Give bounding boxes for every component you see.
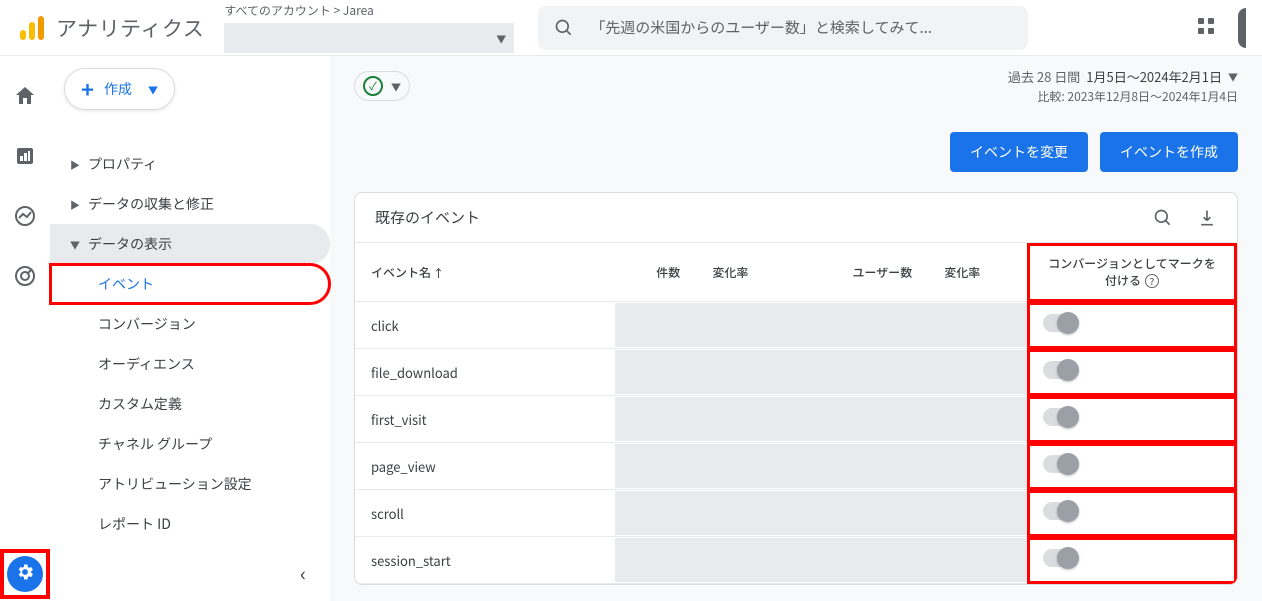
table-row: page_view [355, 443, 1237, 490]
conversion-toggle[interactable] [1043, 361, 1077, 379]
gear-icon [15, 562, 35, 587]
nav-item-1[interactable]: ▶データの収集と修正 [50, 184, 330, 224]
cell-event-name[interactable]: scroll [355, 490, 615, 537]
caret-right-icon: ▶ [70, 157, 88, 172]
nav-item-label: データの表示 [88, 234, 172, 254]
cell-users [795, 396, 1027, 443]
nav-subitem-3[interactable]: カスタム定義 [50, 384, 330, 424]
account-selector[interactable]: すべてのアカウント > Jarea ▼ [224, 2, 514, 53]
create-button[interactable]: + 作成 ▼ [64, 68, 175, 110]
table-row: click [355, 302, 1237, 349]
cell-event-name[interactable]: session_start [355, 537, 615, 584]
nav-item-label: プロパティ [88, 154, 157, 174]
modify-event-button[interactable]: イベントを変更 [950, 132, 1088, 172]
search-input[interactable]: 「先週の米国からのユーザー数」と検索してみて... [538, 6, 1028, 50]
nav-subitem-5[interactable]: アトリビューション設定 [50, 464, 330, 504]
search-icon[interactable] [1153, 208, 1173, 228]
check-circle-icon: ✓ [363, 76, 383, 96]
nav-item-0[interactable]: ▶プロパティ [50, 144, 330, 184]
apps-icon[interactable] [1198, 18, 1218, 38]
cell-conversion-toggle [1027, 490, 1237, 537]
explore-icon[interactable] [13, 204, 37, 228]
cell-users [795, 490, 1027, 537]
conversion-toggle[interactable] [1043, 314, 1077, 332]
breadcrumb: すべてのアカウント > Jarea [224, 2, 514, 19]
left-rail [0, 56, 50, 601]
col-users-change[interactable]: 変化率 [928, 243, 1027, 302]
table-row: file_download [355, 349, 1237, 396]
create-event-button[interactable]: イベントを作成 [1100, 132, 1238, 172]
nav-item-label: データの収集と修正 [88, 194, 214, 214]
main-content: ✓ ▼ 過去 28 日間 1月5日～2024年2月1日 ▼ 比較: 2023年1… [330, 56, 1262, 601]
nav-item-2[interactable]: ▼データの表示 [50, 224, 330, 264]
cell-event-name[interactable]: page_view [355, 443, 615, 490]
conversion-toggle[interactable] [1043, 549, 1077, 567]
analytics-logo-icon [16, 12, 48, 44]
cell-count [615, 443, 795, 490]
collapse-nav-button[interactable]: ‹ [300, 558, 306, 587]
cell-count [615, 396, 795, 443]
nav-subitem-6[interactable]: レポート ID [50, 504, 330, 544]
admin-settings-button[interactable] [4, 553, 46, 595]
cell-count [615, 302, 795, 349]
nav-subitem-4[interactable]: チャネル グループ [50, 424, 330, 464]
events-card: 既存のイベント イベント名↑ 件数 変化率 ユーザー数 変化率 [354, 192, 1238, 585]
card-title: 既存のイベント [375, 207, 480, 228]
caret-down-icon: ▼ [70, 237, 88, 252]
nav-subitem-2[interactable]: オーディエンス [50, 344, 330, 384]
cell-users [795, 443, 1027, 490]
cell-users [795, 537, 1027, 584]
table-row: scroll [355, 490, 1237, 537]
nav-subitem-1[interactable]: コンバージョン [50, 304, 330, 344]
cell-conversion-toggle [1027, 537, 1237, 584]
col-count-change[interactable]: 変化率 [696, 243, 795, 302]
caret-right-icon: ▶ [70, 197, 88, 212]
plus-icon: + [81, 73, 94, 105]
reports-icon[interactable] [13, 144, 37, 168]
date-range-picker[interactable]: 過去 28 日間 1月5日～2024年2月1日 ▼ 比較: 2023年12月8日… [1008, 67, 1238, 105]
cell-users [795, 349, 1027, 396]
caret-down-icon: ▼ [496, 31, 506, 46]
caret-down-icon: ▼ [391, 79, 401, 94]
cell-count [615, 537, 795, 584]
status-chip[interactable]: ✓ ▼ [354, 71, 410, 101]
home-icon[interactable] [13, 84, 37, 108]
cell-users [795, 302, 1027, 349]
cell-event-name[interactable]: click [355, 302, 615, 349]
sort-asc-icon: ↑ [433, 265, 444, 281]
cell-event-name[interactable]: first_visit [355, 396, 615, 443]
cell-event-name[interactable]: file_download [355, 349, 615, 396]
app-header: アナリティクス すべてのアカウント > Jarea ▼ 「先週の米国からのユーザ… [0, 0, 1262, 56]
avatar[interactable] [1238, 8, 1246, 48]
col-users[interactable]: ユーザー数 [795, 243, 928, 302]
cell-conversion-toggle [1027, 349, 1237, 396]
events-table: イベント名↑ 件数 変化率 ユーザー数 変化率 コンバージョンとしてマークを付け… [355, 243, 1237, 584]
table-row: session_start [355, 537, 1237, 584]
conversion-toggle[interactable] [1043, 502, 1077, 520]
col-conversion-mark: コンバージョンとしてマークを付ける? [1027, 243, 1237, 302]
caret-down-icon: ▼ [1228, 69, 1238, 84]
search-placeholder: 「先週の米国からのユーザー数」と検索してみて... [590, 17, 932, 38]
col-count[interactable]: 件数 [615, 243, 696, 302]
cell-conversion-toggle [1027, 302, 1237, 349]
search-icon [554, 18, 574, 38]
help-icon[interactable]: ? [1145, 274, 1159, 288]
cell-conversion-toggle [1027, 396, 1237, 443]
table-row: first_visit [355, 396, 1237, 443]
cell-count [615, 349, 795, 396]
advertising-icon[interactable] [13, 264, 37, 288]
conversion-toggle[interactable] [1043, 408, 1077, 426]
caret-down-icon: ▼ [148, 82, 158, 97]
download-icon[interactable] [1197, 208, 1217, 228]
cell-count [615, 490, 795, 537]
col-event-name[interactable]: イベント名↑ [355, 243, 615, 302]
nav-subitem-0[interactable]: イベント [50, 264, 330, 304]
secondary-nav: + 作成 ▼ ▶プロパティ▶データの収集と修正▼データの表示イベントコンバージョ… [50, 56, 330, 601]
product-title: アナリティクス [56, 13, 204, 43]
cell-conversion-toggle [1027, 443, 1237, 490]
conversion-toggle[interactable] [1043, 455, 1077, 473]
